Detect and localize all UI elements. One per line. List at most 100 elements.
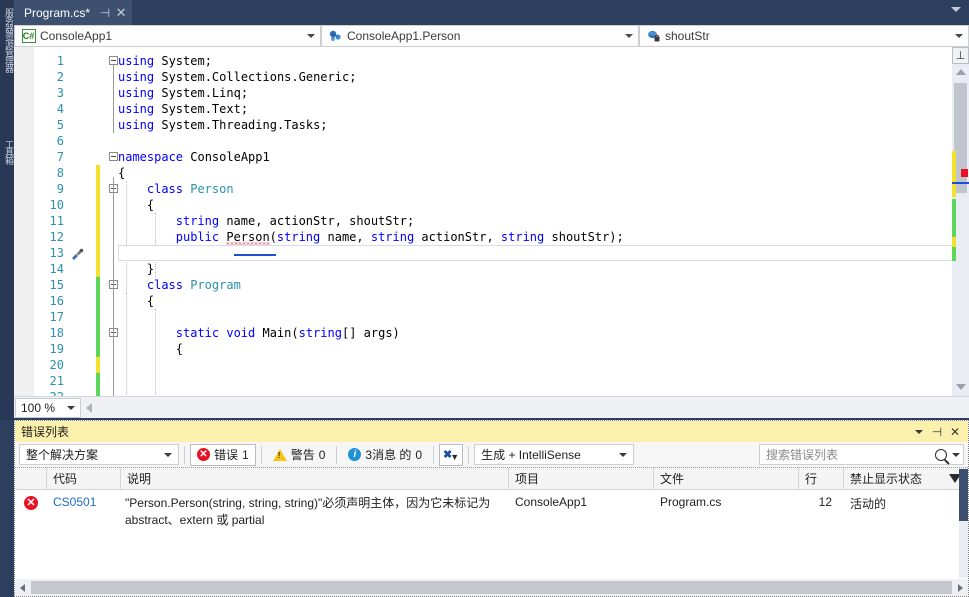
change-marker-saved — [96, 309, 100, 325]
column-header-icon[interactable] — [15, 468, 47, 489]
dock-tab-toolbox[interactable]: 工具箱 — [0, 140, 14, 195]
chevron-down-icon[interactable] — [910, 423, 928, 441]
error-list-title: 错误列表 — [21, 425, 70, 439]
scope-dropdown[interactable]: 整个解决方案 — [19, 444, 179, 465]
editor-vertical-scrollbar[interactable]: ⊥ — [952, 47, 969, 396]
dock-tab-server-explorer[interactable]: 服务器资源管理器 — [0, 8, 14, 128]
rename-suggestion-underline[interactable] — [233, 254, 276, 256]
column-header-code[interactable]: 代码 — [47, 468, 121, 489]
document-tab-program-cs[interactable]: Program.cs* ⊣ ✕ — [14, 0, 133, 25]
document-tab-label: Program.cs* — [24, 5, 91, 20]
line-number: 2 — [56, 70, 64, 84]
pin-icon[interactable]: ⊣ — [928, 423, 946, 441]
build-source-dropdown[interactable]: 生成 + IntelliSense — [474, 444, 635, 465]
error-list-header-row: 代码 说明 项目 文件 行 禁止显示状态 — [15, 468, 968, 490]
chevron-down-icon[interactable] — [622, 34, 636, 38]
close-icon[interactable]: ✕ — [946, 423, 964, 441]
code-line[interactable]: 15 class Program — [14, 277, 952, 293]
filter-errors-button[interactable]: ✕ 错误 1 — [190, 443, 256, 466]
error-marker-icon — [961, 169, 968, 177]
fold-collapse-icon[interactable] — [109, 56, 118, 65]
code-line[interactable]: 3 using System.Linq; — [14, 85, 952, 101]
search-icon[interactable] — [935, 448, 947, 461]
code-line[interactable]: 8{ — [14, 165, 952, 181]
error-list-grid[interactable]: 代码 说明 项目 文件 行 禁止显示状态 ✕ CS0501 "Person.Pe… — [15, 468, 968, 596]
code-text: using System.Threading.Tasks; — [118, 118, 328, 132]
scroll-up-arrow-icon[interactable] — [956, 69, 966, 75]
column-header-file[interactable]: 文件 — [654, 468, 799, 489]
error-icon: ✕ — [24, 496, 38, 510]
error-list-horizontal-scrollbar[interactable] — [15, 579, 968, 596]
code-line[interactable]: 2 using System.Collections.Generic; — [14, 69, 952, 85]
indent-guide — [126, 293, 127, 396]
scroll-left-arrow-icon[interactable] — [81, 398, 97, 418]
chevron-down-icon[interactable] — [951, 7, 961, 12]
navbar-member-dropdown[interactable]: shoutStr — [639, 25, 969, 47]
column-header-suppression[interactable]: 禁止显示状态 — [844, 468, 968, 489]
navbar-type-value: ConsoleApp1.Person — [347, 29, 461, 43]
row-file: Program.cs — [660, 495, 722, 509]
filter-messages-label: 3消息 的 — [365, 448, 412, 462]
fold-collapse-icon[interactable] — [109, 152, 118, 161]
line-number: 21 — [49, 374, 64, 388]
change-marker-unsaved — [96, 181, 100, 197]
scrollbar-thumb[interactable] — [31, 581, 952, 594]
error-list-vertical-scrollbar[interactable] — [959, 469, 968, 578]
navbar-member-value: shoutStr — [665, 29, 710, 43]
change-marker-saved — [952, 247, 956, 261]
navbar-type-dropdown[interactable]: ConsoleApp1.Person — [321, 25, 639, 47]
table-row[interactable]: ✕ CS0501 "Person.Person(string, string, … — [15, 490, 968, 532]
column-header-description[interactable]: 说明 — [121, 468, 509, 489]
row-code[interactable]: CS0501 — [47, 490, 121, 509]
code-line[interactable]: 6 — [14, 133, 952, 149]
row-project: ConsoleApp1 — [515, 495, 588, 509]
chevron-down-icon[interactable] — [67, 405, 75, 410]
chevron-down-icon[interactable] — [164, 452, 172, 457]
change-marker-unsaved — [96, 197, 100, 213]
filter-errors-label: 错误 — [214, 448, 239, 462]
code-editor[interactable]: 1 using System; 2 using System.Collections.… — [14, 47, 969, 396]
toolbar-separator — [468, 445, 470, 464]
code-line[interactable]: 5 using System.Threading.Tasks; — [14, 117, 952, 133]
chevron-down-icon[interactable] — [619, 452, 628, 457]
code-line[interactable]: 9 class Person — [14, 181, 952, 197]
editor-horizontal-scrollbar[interactable] — [97, 397, 969, 418]
code-line[interactable]: 16 { — [14, 293, 952, 309]
filter-warnings-button[interactable]: 警告 0 — [267, 444, 332, 466]
chevron-down-icon[interactable] — [304, 34, 318, 38]
chevron-down-icon[interactable] — [952, 452, 960, 457]
scroll-right-arrow-icon[interactable] — [953, 580, 968, 595]
line-number: 8 — [56, 166, 64, 180]
build-source-value: 生成 + IntelliSense — [481, 448, 581, 462]
row-severity-icon: ✕ — [15, 490, 47, 510]
scroll-left-arrow-icon[interactable] — [15, 580, 30, 595]
code-line[interactable]: 4 using System.Text; — [14, 101, 952, 117]
code-text: } — [146, 262, 155, 276]
column-header-project[interactable]: 项目 — [509, 468, 654, 489]
code-text: using System; — [118, 54, 212, 68]
chevron-down-icon[interactable] — [952, 34, 966, 38]
code-line[interactable]: 1 using System; — [14, 53, 952, 69]
scroll-down-arrow-icon[interactable] — [956, 384, 966, 390]
code-text: using System.Collections.Generic; — [118, 70, 357, 84]
quick-actions-screwdriver-icon[interactable] — [69, 245, 85, 261]
pin-icon[interactable]: ⊣ — [98, 5, 112, 21]
navbar-project-dropdown[interactable]: C# ConsoleApp1 — [14, 25, 321, 47]
filter-warnings-count: 0 — [318, 447, 326, 462]
navbar-project-value: ConsoleApp1 — [40, 29, 113, 43]
code-line[interactable]: 10 { — [14, 197, 952, 213]
code-text: namespace ConsoleApp1 — [118, 150, 270, 164]
editor-code-area[interactable]: 1 using System; 2 using System.Collections.… — [14, 47, 969, 396]
column-header-line[interactable]: 行 — [799, 468, 844, 489]
split-view-icon[interactable]: ⊥ — [952, 47, 969, 64]
filter-messages-button[interactable]: i 3消息 的 0 — [342, 444, 428, 466]
scrollbar-thumb[interactable] — [959, 469, 968, 521]
zoom-level-dropdown[interactable]: 100 % — [15, 397, 81, 418]
close-icon[interactable]: ✕ — [114, 5, 128, 21]
search-input[interactable]: 搜索错误列表 — [759, 444, 964, 465]
change-marker-unsaved — [96, 213, 100, 229]
error-icon: ✕ — [197, 448, 210, 461]
search-placeholder: 搜索错误列表 — [766, 448, 839, 462]
clear-filter-icon[interactable]: ✖ ▼ — [439, 443, 464, 466]
code-line[interactable]: 7 namespace ConsoleApp1 — [14, 149, 952, 165]
